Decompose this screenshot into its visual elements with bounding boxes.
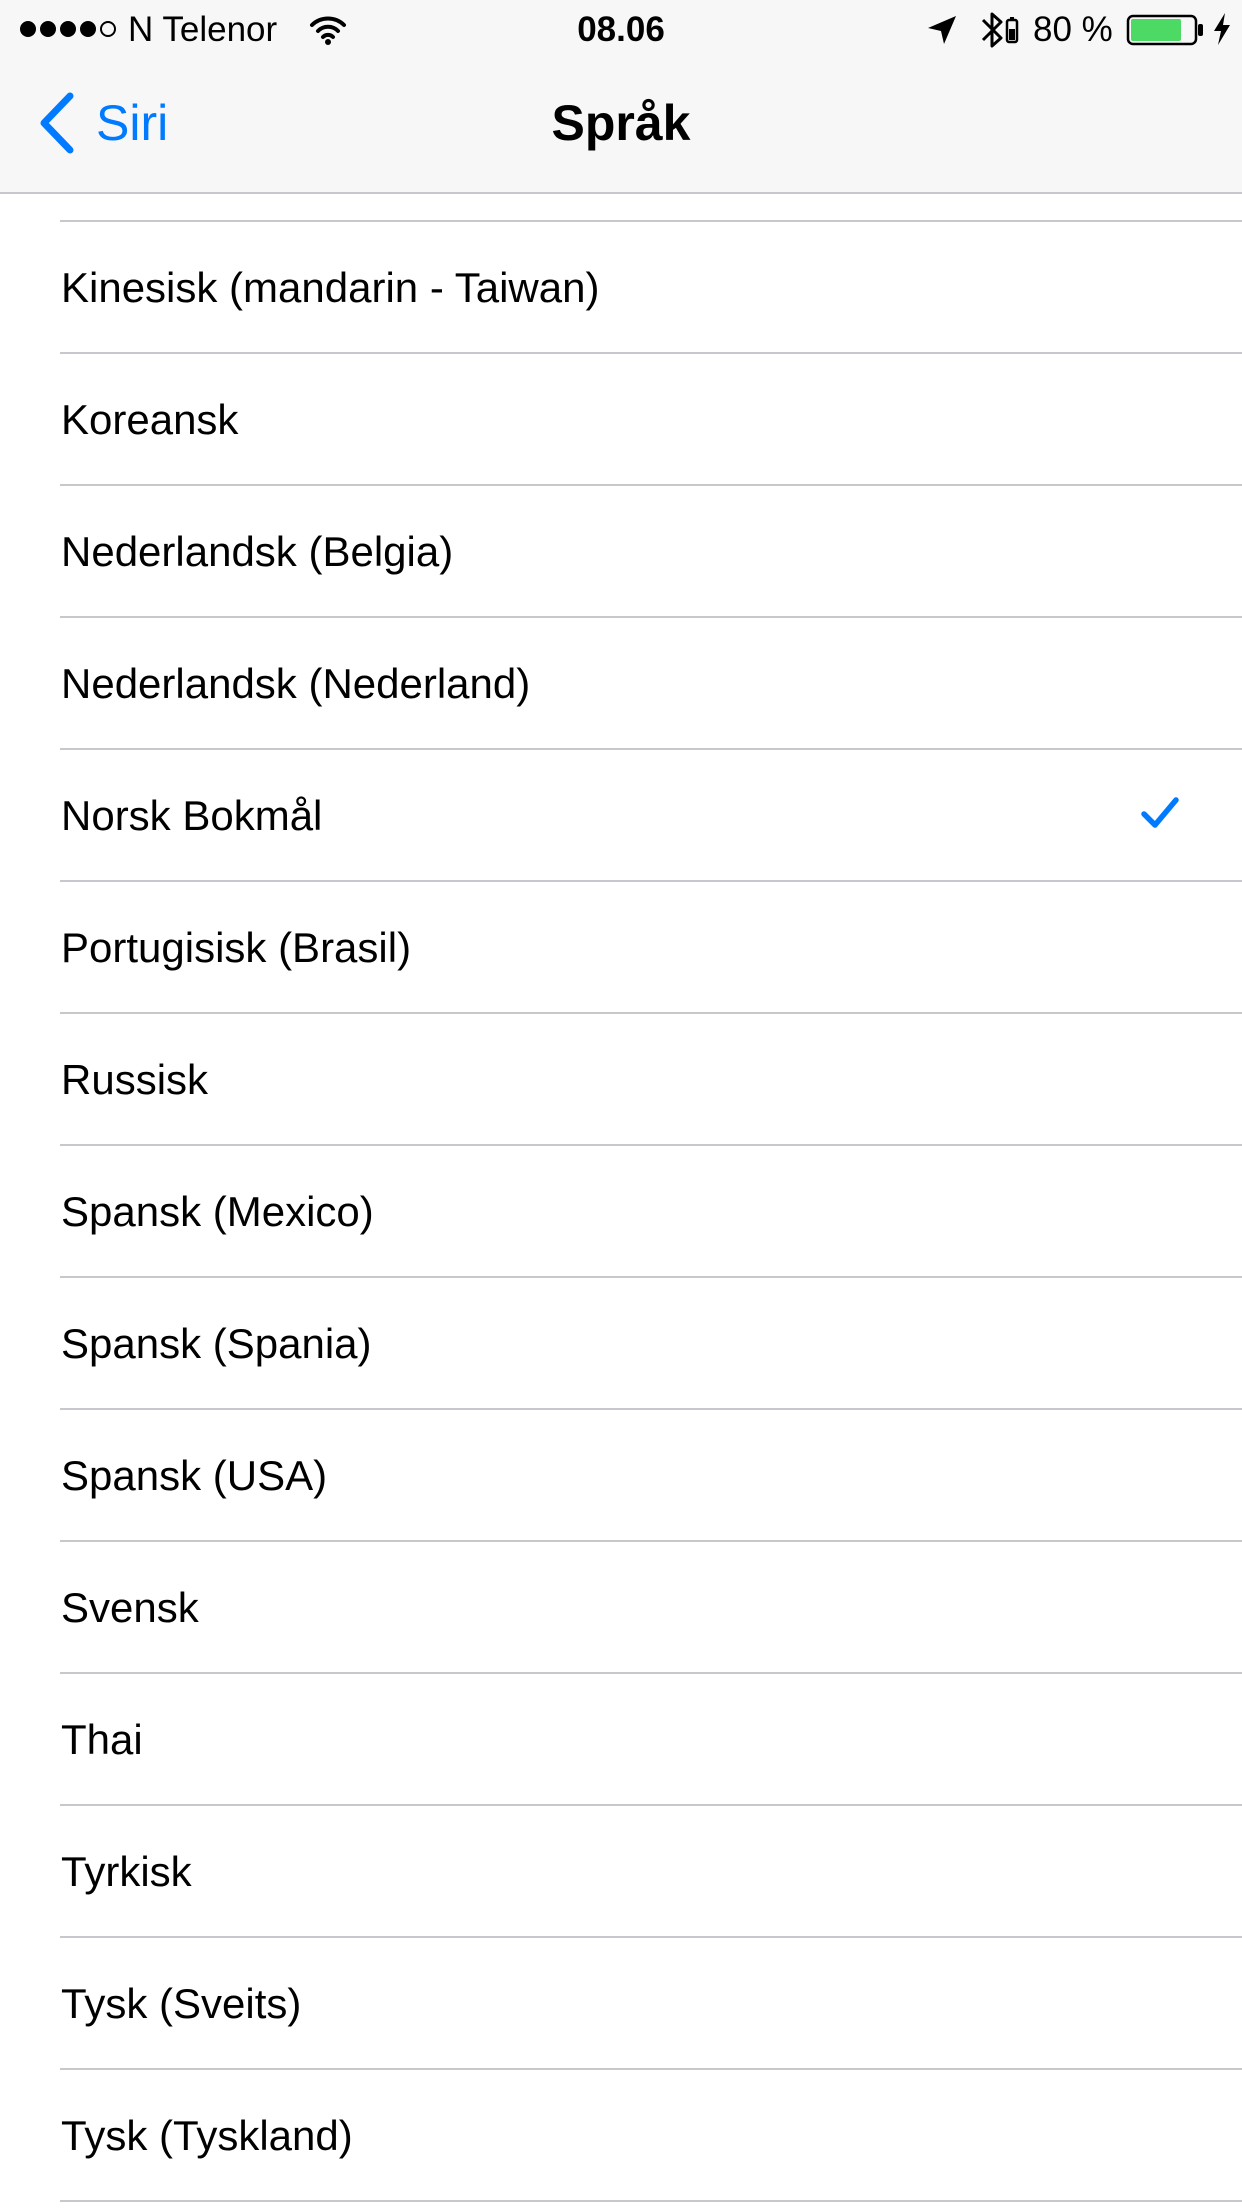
bluetooth-icon xyxy=(975,10,1023,50)
list-item-label: Nederlandsk (Belgia) xyxy=(61,528,454,575)
location-icon xyxy=(926,14,958,54)
list-item-koreansk[interactable]: Koreansk xyxy=(0,354,1242,486)
list-item-label: Spansk (USA) xyxy=(61,1452,328,1499)
list-item-label: Spansk (Spania) xyxy=(61,1320,372,1367)
list-item-label: Norsk Bokmål xyxy=(61,792,323,839)
list-item-tysk-sveits[interactable]: Tysk (Sveits) xyxy=(0,1938,1242,2070)
list-item-russisk[interactable]: Russisk xyxy=(0,1014,1242,1146)
list-item-label: Tyrkisk xyxy=(61,1848,192,1895)
checkmark-icon xyxy=(1141,797,1179,828)
list-item-label: Spansk (Mexico) xyxy=(61,1188,374,1235)
list-item-label: Portugisisk (Brasil) xyxy=(61,924,412,971)
list-item-label: Tysk (Tyskland) xyxy=(61,2112,353,2159)
status-bar: N Telenor 08.06 80 % xyxy=(0,0,1242,60)
list-item-label: Nederlandsk (Nederland) xyxy=(61,660,531,707)
list-item-label: Tysk (Sveits) xyxy=(61,1980,302,2027)
charging-icon xyxy=(1212,12,1232,52)
list-item-svensk[interactable]: Svensk xyxy=(0,1542,1242,1674)
list-item-label: Svensk xyxy=(61,1584,199,1631)
list-item-norsk-bokmal[interactable]: Norsk Bokmål xyxy=(0,750,1242,882)
battery-icon xyxy=(1126,14,1206,54)
list-item-portugisisk-brasil[interactable]: Portugisisk (Brasil) xyxy=(0,882,1242,1014)
list-item-spansk-mexico[interactable]: Spansk (Mexico) xyxy=(0,1146,1242,1278)
list-item-label: Thai xyxy=(61,1716,143,1763)
list-item-tysk-tyskland[interactable]: Tysk (Tyskland) xyxy=(0,2070,1242,2202)
list-item-nederlandsk-belgia[interactable]: Nederlandsk (Belgia) xyxy=(0,486,1242,618)
list-item-nederlandsk-nederland[interactable]: Nederlandsk (Nederland) xyxy=(0,618,1242,750)
page-title: Språk xyxy=(551,95,691,151)
list-item-spansk-spania[interactable]: Spansk (Spania) xyxy=(0,1278,1242,1410)
list-item-spansk-usa[interactable]: Spansk (USA) xyxy=(0,1410,1242,1542)
list-item-label: Russisk xyxy=(61,1056,209,1103)
list-item-label: Koreansk xyxy=(61,396,239,443)
settings-screen: N Telenor 08.06 80 % Siri Språk Kinesisk… xyxy=(0,0,1242,2208)
battery-percentage: 80 % xyxy=(1033,10,1113,49)
list-item-tyrkisk[interactable]: Tyrkisk xyxy=(0,1806,1242,1938)
navigation-bar: Siri Språk xyxy=(0,60,1242,194)
list-item-thai[interactable]: Thai xyxy=(0,1674,1242,1806)
list-item-kinesisk-taiwan[interactable]: Kinesisk (mandarin - Taiwan) xyxy=(0,222,1242,354)
list-item-label: Kinesisk (mandarin - Taiwan) xyxy=(61,264,600,311)
language-list: Kinesisk (mandarin - Kina) Kinesisk (man… xyxy=(0,90,1242,2202)
